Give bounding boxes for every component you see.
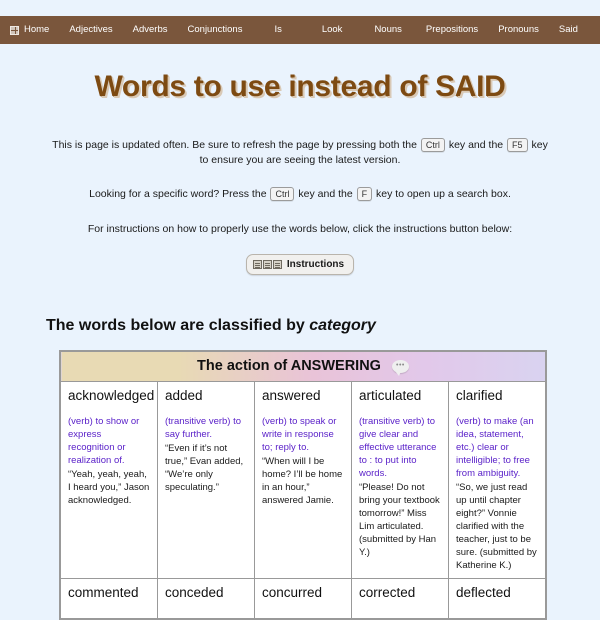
word-cell-answered: answered (verb) to speak or write in res… — [254, 381, 352, 579]
word-example: “Even if it’s not true,” Evan added, “We… — [165, 443, 244, 493]
refresh-text-part-1: This is page is updated often. Be sure t… — [52, 139, 417, 151]
word-cell-deflected: deflected — [448, 578, 546, 619]
f-key-badge: F — [356, 187, 373, 201]
refresh-instruction-text: This is page is updated often. Be sure t… — [48, 138, 553, 168]
nav-item-nouns[interactable]: Nouns — [360, 16, 415, 44]
nav-item-home[interactable]: Home — [4, 16, 59, 44]
instructions-button-wrapper: Instructions — [0, 254, 600, 275]
word-example: “So, we just read up until chapter eight… — [456, 482, 537, 571]
word-term: articulated — [359, 388, 422, 403]
word-example: “When will I be home? I’ll be home in an… — [262, 456, 343, 506]
nav-item-is[interactable]: Is — [252, 16, 303, 44]
search-text-part-3: key to open up a search box. — [376, 188, 511, 200]
word-cell-concurred: concurred — [254, 578, 352, 619]
search-text-part-2: key and the — [298, 188, 353, 200]
word-term: acknowledged — [68, 388, 155, 403]
page-title: Words to use instead of SAID — [94, 70, 506, 103]
word-term: clarified — [456, 388, 503, 403]
document-grid-icon — [252, 260, 282, 269]
refresh-text-part-2: key and the — [448, 139, 504, 151]
nav-item-conjunctions[interactable]: Conjunctions — [178, 16, 253, 44]
speech-bubble-dots: ••• — [396, 361, 405, 369]
word-definition: (transitive verb) to give clear and effe… — [359, 416, 437, 479]
instructions-button-label: Instructions — [286, 259, 345, 270]
category-header-cell: The action of ANSWERING ••• — [60, 351, 546, 382]
word-cell-clarified: clarified (verb) to make (an idea, state… — [448, 381, 546, 579]
word-cell-commented: commented — [60, 578, 158, 619]
f5-key-badge: F5 — [507, 138, 528, 152]
search-text-part-1: Looking for a specific word? Press the — [89, 188, 267, 200]
word-cell-conceded: conceded — [157, 578, 255, 619]
word-cell-added: added (transitive verb) to say further. … — [157, 381, 255, 579]
word-definition: (transitive verb) to say further. — [165, 416, 242, 440]
main-navigation: Home Adjectives Adverbs Conjunctions Is … — [0, 16, 600, 44]
home-icon — [10, 25, 19, 35]
word-term: corrected — [359, 585, 416, 600]
instructions-prompt-text: For instructions on how to properly use … — [87, 223, 513, 235]
nav-item-label: Home — [24, 24, 50, 35]
nav-item-prepositions[interactable]: Prepositions — [416, 16, 488, 44]
word-term: commented — [68, 585, 139, 600]
instructions-button[interactable]: Instructions — [245, 254, 355, 275]
word-term: added — [165, 388, 203, 403]
word-term: conceded — [165, 585, 224, 600]
word-definition: (verb) to make (an idea, statement, etc.… — [456, 416, 534, 479]
ctrl-key-badge-2: Ctrl — [270, 187, 295, 201]
speech-bubble-icon: ••• — [391, 359, 409, 376]
nav-item-pronouns[interactable]: Pronouns — [488, 16, 549, 44]
word-example: “Please! Do not bring your textbook tomo… — [359, 482, 440, 558]
word-definition: (verb) to show or express recognition or… — [68, 416, 140, 466]
word-cell-articulated: articulated (transitive verb) to give cl… — [351, 381, 449, 579]
category-title: The action of ANSWERING — [197, 358, 381, 374]
word-term: answered — [262, 388, 321, 403]
top-strip — [0, 0, 600, 16]
word-term: deflected — [456, 585, 511, 600]
words-table-wrapper: The action of ANSWERING ••• acknowledged… — [59, 350, 547, 620]
table-row: commented conceded concurred corrected d… — [60, 578, 546, 619]
section-heading-emphasis: category — [309, 317, 376, 334]
table-category-header-row: The action of ANSWERING ••• — [60, 351, 546, 382]
section-heading-text: The words below are classified by — [46, 317, 310, 334]
section-heading: The words below are classified by catego… — [46, 317, 600, 335]
nav-item-adjectives[interactable]: Adjectives — [59, 16, 122, 44]
search-instruction-text: Looking for a specific word? Press the C… — [70, 187, 530, 202]
words-table: The action of ANSWERING ••• acknowledged… — [60, 351, 546, 619]
word-definition: (verb) to speak or write in response to;… — [262, 416, 337, 453]
word-cell-acknowledged: acknowledged (verb) to show or express r… — [60, 381, 158, 579]
word-term: concurred — [262, 585, 323, 600]
word-cell-corrected: corrected — [351, 578, 449, 619]
nav-item-said[interactable]: Said — [549, 16, 588, 44]
ctrl-key-badge: Ctrl — [420, 138, 445, 152]
table-row: acknowledged (verb) to show or express r… — [60, 381, 546, 579]
nav-item-look[interactable]: Look — [304, 16, 361, 44]
word-example: “Yeah, yeah, yeah, I heard you,” Jason a… — [68, 469, 150, 506]
nav-item-adverbs[interactable]: Adverbs — [123, 16, 178, 44]
